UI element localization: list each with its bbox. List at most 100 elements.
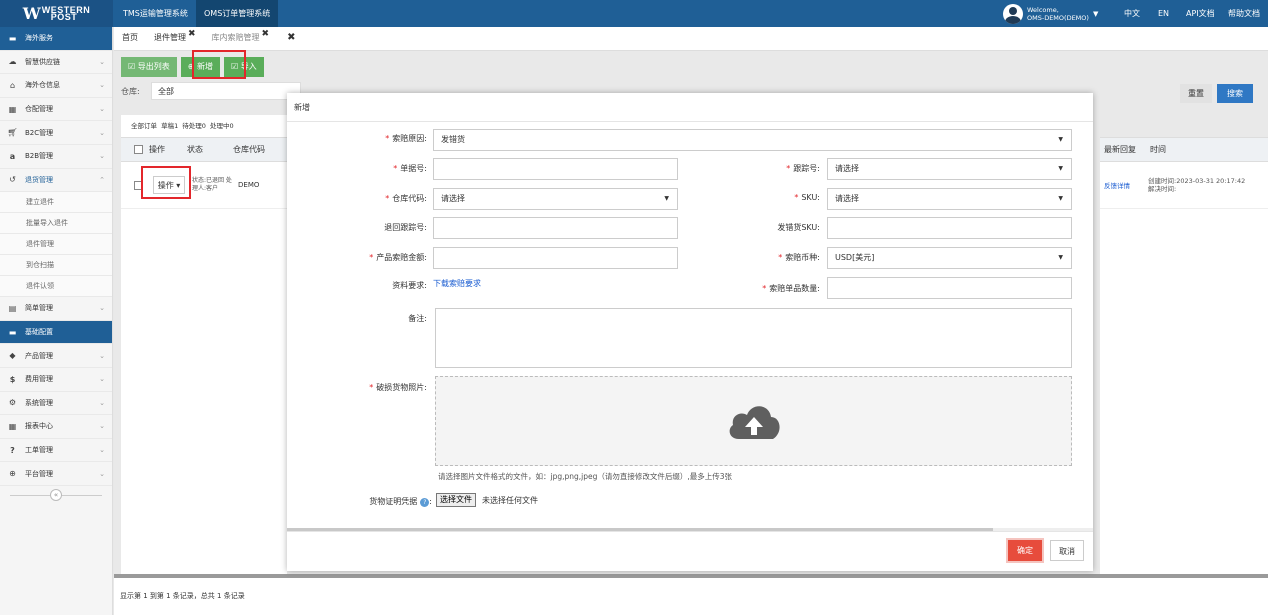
collapse-sidebar-icon[interactable]: «: [50, 488, 62, 501]
dollar-icon: $: [9, 374, 16, 384]
table-header-right: 最新回复 时间: [1100, 137, 1268, 162]
sidebar-subitem-return-management[interactable]: 退件管理: [0, 234, 112, 256]
system-tab-tms[interactable]: TMS运输管理系统: [115, 0, 196, 27]
tracking-select[interactable]: 请选择 ▼: [827, 158, 1072, 180]
sidebar-item-b2b[interactable]: a B2B管理 ⌄: [0, 145, 112, 169]
sidebar-item-products[interactable]: ◆ 产品管理 ⌄: [0, 344, 112, 368]
caret-down-icon: ▼: [1058, 195, 1063, 202]
cloud-icon: ☁: [8, 57, 17, 67]
tracking-label: * 跟踪号:: [786, 164, 820, 173]
sidebar-item-reports[interactable]: ▦ 报表中心 ⌄: [0, 415, 112, 439]
reset-button[interactable]: 重置: [1180, 84, 1212, 103]
modal-footer: 确定 取消: [287, 531, 1093, 571]
tab-return-management[interactable]: 退件管理 ✖: [146, 26, 204, 50]
warehouse-code-select[interactable]: 请选择 ▼: [433, 188, 678, 210]
claim-qty-input[interactable]: [827, 277, 1072, 299]
table-header: 操作 状态 仓库代码: [121, 137, 287, 162]
folder-icon: ▬: [8, 327, 17, 337]
order-no-label: * 单据号:: [393, 164, 427, 173]
wrong-sku-label: 发错货SKU:: [777, 223, 820, 232]
user-welcome: Welcome, OMS-DEMO(DEMO): [1027, 5, 1089, 22]
caret-down-icon: ▼: [1092, 9, 1099, 18]
export-list-button[interactable]: ☑ 导出列表: [121, 57, 177, 77]
user-menu[interactable]: Welcome, OMS-DEMO(DEMO) ▼: [1003, 3, 1098, 24]
claim-amount-input[interactable]: [433, 247, 678, 269]
search-button[interactable]: 搜索: [1217, 84, 1253, 103]
sidebar-item-b2c[interactable]: 🛒︎ B2C管理 ⌄: [0, 121, 112, 145]
sidebar-subitem-create-return[interactable]: 建立退件: [0, 192, 112, 214]
logo-mark-icon: W: [22, 4, 41, 23]
tab-home[interactable]: 首页: [114, 26, 146, 50]
modal-title: 新增: [287, 93, 1093, 122]
close-icon[interactable]: ✖: [262, 29, 270, 39]
lang-en-link[interactable]: EN: [1158, 0, 1169, 27]
upload-hint: 请选择图片文件格式的文件，如：jpg,png,jpeg（请勿直接修改文件后缀）,…: [438, 472, 733, 481]
sidebar-item-returns[interactable]: ↺ 退货管理 ⌃: [0, 169, 112, 193]
download-requirement-link[interactable]: 下载索赔要求: [433, 278, 481, 289]
question-icon: ?: [10, 445, 15, 455]
sidebar-item-warehouse-info[interactable]: ⌂ 海外仓信息 ⌄: [0, 74, 112, 98]
sku-select[interactable]: 请选择 ▼: [827, 188, 1072, 210]
logo-text: WESTERN POST: [41, 4, 91, 22]
caret-down-icon: ▼: [664, 195, 669, 202]
sidebar-item-tickets[interactable]: ? 工单管理 ⌄: [0, 439, 112, 463]
remark-textarea[interactable]: [435, 308, 1072, 368]
sidebar-item-overseas-service[interactable]: ▬ 海外服务: [0, 27, 112, 51]
header-time: 时间: [1150, 145, 1166, 154]
cloud-upload-icon: [729, 406, 780, 439]
tab-claims[interactable]: 库内索赔管理 ✖: [204, 26, 278, 50]
order-no-input[interactable]: [433, 158, 678, 180]
photo-upload-dropzone[interactable]: [435, 376, 1072, 466]
claim-amount-label: * 产品索赔金额:: [369, 253, 427, 262]
return-tracking-input[interactable]: [433, 217, 678, 239]
chevron-down-icon: ⌄: [99, 446, 105, 455]
pagination-info: 显示第 1 到第 1 条记录，总共 1 条记录: [114, 578, 1268, 615]
api-docs-link[interactable]: API文档: [1186, 0, 1215, 27]
sidebar-collapse-row: «: [0, 486, 112, 504]
sidebar-subitem-arrival-scan[interactable]: 到仓扫描: [0, 255, 112, 277]
status-counts[interactable]: 全部订单 草稿1 待处理0 处理中0: [121, 115, 287, 137]
sidebar-subitem-bulk-import-return[interactable]: 批量导入退件: [0, 213, 112, 235]
help-docs-link[interactable]: 帮助文档: [1228, 0, 1260, 27]
brand-logo[interactable]: W WESTERN POST: [0, 0, 113, 27]
close-icon[interactable]: ✖: [188, 29, 196, 39]
confirm-button[interactable]: 确定: [1008, 540, 1042, 561]
cart-icon: 🛒︎: [7, 128, 18, 138]
caret-down-icon: ▼: [1058, 254, 1063, 261]
amazon-icon: a: [9, 151, 16, 161]
sidebar-subitem-return-claim[interactable]: 退件认领: [0, 276, 112, 298]
chevron-up-icon: ⌃: [99, 175, 105, 184]
reason-select[interactable]: 发错货 ▼: [433, 129, 1072, 151]
caret-down-icon: ▼: [1058, 136, 1063, 143]
warehouse-select[interactable]: 全部: [151, 82, 301, 100]
sidebar-item-basic-config[interactable]: ▬ 基础配置: [0, 320, 112, 345]
return-tracking-label: 退回跟踪号:: [384, 223, 427, 232]
claims-table-right: 最新回复 时间 反馈详情 创建时间:2023-03-31 20:17:42 解决…: [1100, 137, 1268, 575]
sidebar-item-fees[interactable]: $ 费用管理 ⌄: [0, 368, 112, 392]
lang-zh-link[interactable]: 中文: [1124, 0, 1140, 27]
avatar: [1003, 3, 1023, 24]
cancel-button[interactable]: 取消: [1050, 540, 1084, 561]
currency-select[interactable]: USD[美元] ▼: [827, 247, 1072, 269]
row-warehouse: DEMO: [238, 181, 260, 189]
chevron-down-icon: ⌄: [99, 375, 105, 384]
folder-icon: ▬: [8, 33, 17, 43]
select-all-checkbox[interactable]: [134, 145, 143, 154]
wrong-sku-input[interactable]: [827, 217, 1072, 239]
warehouse-filter: 仓库: 全部: [121, 82, 301, 100]
system-tab-oms[interactable]: OMS订单管理系统: [196, 0, 279, 27]
sidebar-item-system[interactable]: ⚙ 系统管理 ⌄: [0, 392, 112, 416]
sidebar-item-simple-management[interactable]: ▤ 简单管理 ⌄: [0, 297, 112, 321]
caret-down-icon: ▼: [1058, 165, 1063, 172]
choose-file-button[interactable]: 选择文件: [436, 493, 476, 507]
feedback-detail-link[interactable]: 反馈详情: [1100, 180, 1146, 190]
close-all-tabs-icon[interactable]: ✖: [277, 26, 305, 50]
operation-button-highlight: [141, 166, 191, 199]
sidebar-item-fulfillment[interactable]: ▦ 仓配管理 ⌄: [0, 98, 112, 122]
sidebar-item-supply-chain[interactable]: ☁ 智慧供应链 ⌄: [0, 51, 112, 75]
help-icon[interactable]: ?: [420, 498, 430, 507]
chevron-down-icon: ⌄: [99, 81, 105, 90]
sidebar-item-platform[interactable]: ⊕ 平台管理 ⌄: [0, 462, 112, 486]
chevron-down-icon: ⌄: [99, 105, 105, 114]
chevron-down-icon: ⌄: [99, 351, 105, 360]
